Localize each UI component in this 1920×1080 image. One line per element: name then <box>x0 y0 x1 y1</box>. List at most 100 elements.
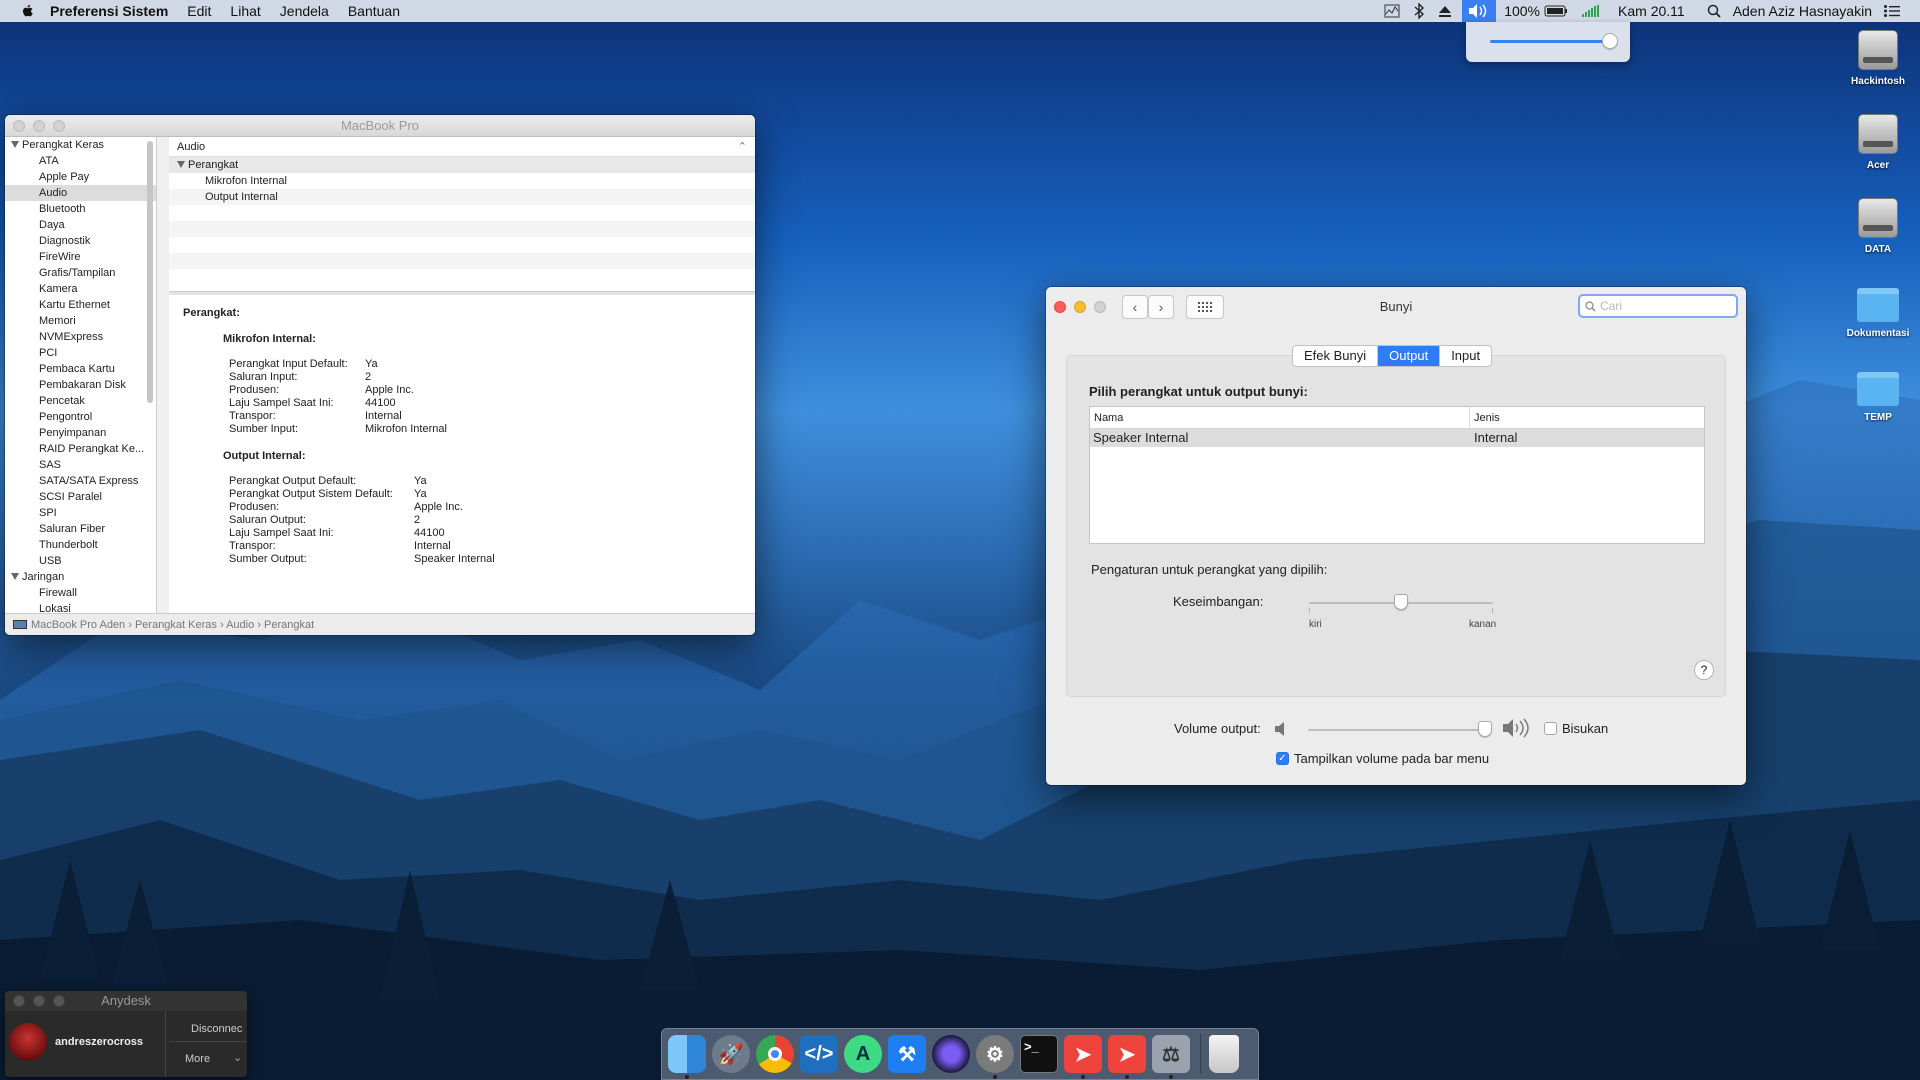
sidebar-group-network[interactable]: Jaringan <box>5 569 156 585</box>
sidebar-scrollbar[interactable] <box>147 141 153 403</box>
eject-icon[interactable] <box>1438 4 1452 18</box>
sidebar-item-firewire[interactable]: FireWire <box>5 249 156 265</box>
sidebar-item-apple-pay[interactable]: Apple Pay <box>5 169 156 185</box>
sidebar-item-firewall[interactable]: Firewall <box>5 585 156 601</box>
output-volume-knob[interactable] <box>1477 721 1492 737</box>
sidebar-item-lokasi[interactable]: Lokasi <box>5 601 156 613</box>
list-item[interactable]: Output Internal <box>169 189 755 205</box>
sidebar-item-ata[interactable]: ATA <box>5 153 156 169</box>
desktop-folder-temp[interactable]: TEMP <box>1833 372 1920 423</box>
anydesk-icon[interactable]: ➤ <box>1064 1035 1102 1079</box>
disconnect-button[interactable]: Disconnec <box>191 1023 242 1035</box>
menu-help[interactable]: Bantuan <box>348 3 400 19</box>
activity-monitor-icon[interactable] <box>1384 4 1400 18</box>
android-studio-icon[interactable]: A <box>844 1035 882 1073</box>
sidebar-item-kartu-ethernet[interactable]: Kartu Ethernet <box>5 297 156 313</box>
system-preferences-icon[interactable]: ⚙ <box>976 1035 1014 1079</box>
close-button[interactable] <box>13 995 25 1007</box>
sidebar-item-sas[interactable]: SAS <box>5 457 156 473</box>
clock[interactable]: Kam 20.11 <box>1618 3 1685 19</box>
sidebar-item-memori[interactable]: Memori <box>5 313 156 329</box>
search-input[interactable]: Cari <box>1578 294 1738 318</box>
sidebar-item-sata-sata-express[interactable]: SATA/SATA Express <box>5 473 156 489</box>
notification-center-icon[interactable] <box>1884 5 1900 17</box>
tab-input[interactable]: Input <box>1440 346 1491 366</box>
sidebar-item-audio[interactable]: Audio <box>5 185 156 201</box>
anydesk-icon[interactable]: ➤ <box>1108 1035 1146 1079</box>
desktop-disk-acer[interactable]: Acer <box>1833 114 1920 171</box>
menu-view[interactable]: Lihat <box>230 3 260 19</box>
minimize-button[interactable] <box>33 120 45 132</box>
window-titlebar[interactable]: MacBook Pro <box>5 115 755 137</box>
zoom-button[interactable] <box>53 995 65 1007</box>
column-header-type[interactable]: Jenis <box>1470 407 1500 428</box>
breadcrumb-item[interactable]: Perangkat Keras <box>135 619 217 631</box>
minimize-button[interactable] <box>33 995 45 1007</box>
menu-volume-knob[interactable] <box>1602 33 1618 49</box>
desktop-disk-data[interactable]: DATA <box>1833 198 1920 255</box>
close-button[interactable] <box>1054 301 1066 313</box>
battery-icon[interactable] <box>1544 5 1568 17</box>
device-list-header[interactable]: Audio ⌃ <box>169 137 755 157</box>
menu-window[interactable]: Jendela <box>280 3 329 19</box>
chevron-up-icon[interactable]: ⌃ <box>738 137 747 157</box>
sidebar-item-pengontrol[interactable]: Pengontrol <box>5 409 156 425</box>
sidebar-item-raid-perangkat-ke-[interactable]: RAID Perangkat Ke... <box>5 441 156 457</box>
sidebar-item-nvmexpress[interactable]: NVMExpress <box>5 329 156 345</box>
forward-button[interactable]: › <box>1148 295 1174 319</box>
balance-knob[interactable] <box>1394 594 1408 610</box>
sidebar-item-grafis-tampilan[interactable]: Grafis/Tampilan <box>5 265 156 281</box>
zoom-button[interactable] <box>1094 301 1106 313</box>
siri-icon[interactable] <box>932 1035 970 1073</box>
trash-icon[interactable] <box>1209 1035 1239 1073</box>
breadcrumb-item[interactable]: Perangkat <box>264 619 314 631</box>
window-titlebar[interactable]: ‹ › Bunyi Cari <box>1046 287 1746 327</box>
desktop-disk-hackintosh[interactable]: Hackintosh <box>1833 30 1920 87</box>
sidebar-item-usb[interactable]: USB <box>5 553 156 569</box>
desktop-folder-dokumentasi[interactable]: Dokumentasi <box>1833 288 1920 339</box>
sidebar-item-diagnostik[interactable]: Diagnostik <box>5 233 156 249</box>
minimize-button[interactable] <box>1074 301 1086 313</box>
sidebar-item-pencetak[interactable]: Pencetak <box>5 393 156 409</box>
sidebar-item-kamera[interactable]: Kamera <box>5 281 156 297</box>
tab-sound-effects[interactable]: Efek Bunyi <box>1293 346 1379 366</box>
apple-menu-icon[interactable] <box>20 3 36 19</box>
zoom-button[interactable] <box>53 120 65 132</box>
close-button[interactable] <box>13 120 25 132</box>
sidebar-item-daya[interactable]: Daya <box>5 217 156 233</box>
menu-edit[interactable]: Edit <box>187 3 211 19</box>
disclosure-triangle-icon[interactable] <box>177 161 185 168</box>
vscode-icon[interactable]: </> <box>800 1035 838 1073</box>
sidebar-item-pembaca-kartu[interactable]: Pembaca Kartu <box>5 361 156 377</box>
chevron-down-icon[interactable]: ⌄ <box>233 1051 242 1064</box>
menu-volume-slider[interactable] <box>1490 40 1610 43</box>
terminal-icon[interactable]: >_ <box>1020 1035 1058 1073</box>
list-item[interactable]: Mikrofon Internal <box>169 173 755 189</box>
sidebar-item-penyimpanan[interactable]: Penyimpanan <box>5 425 156 441</box>
cleaner-icon[interactable]: ⚖ <box>1152 1035 1190 1079</box>
list-group-perangkat[interactable]: Perangkat <box>169 157 755 173</box>
disclosure-triangle-icon[interactable] <box>11 573 19 580</box>
mute-checkbox[interactable] <box>1544 722 1557 735</box>
sidebar-item-pembakaran-disk[interactable]: Pembakaran Disk <box>5 377 156 393</box>
menu-app-name[interactable]: Preferensi Sistem <box>50 3 168 19</box>
signal-icon[interactable] <box>1582 5 1600 17</box>
sidebar-item-scsi-paralel[interactable]: SCSI Paralel <box>5 489 156 505</box>
sidebar-item-spi[interactable]: SPI <box>5 505 156 521</box>
window-titlebar[interactable]: Anydesk <box>5 991 247 1011</box>
spotlight-icon[interactable] <box>1707 4 1721 18</box>
show-volume-checkbox[interactable]: ✓ <box>1276 752 1289 765</box>
disclosure-triangle-icon[interactable] <box>11 141 19 148</box>
more-button[interactable]: More <box>185 1053 210 1065</box>
sidebar-item-saluran-fiber[interactable]: Saluran Fiber <box>5 521 156 537</box>
back-button[interactable]: ‹ <box>1122 295 1148 319</box>
sidebar-item-thunderbolt[interactable]: Thunderbolt <box>5 537 156 553</box>
xcode-icon[interactable]: ⚒ <box>888 1035 926 1073</box>
breadcrumb-item[interactable]: MacBook Pro Aden <box>31 619 125 631</box>
sidebar-item-pci[interactable]: PCI <box>5 345 156 361</box>
chrome-icon[interactable] <box>756 1035 794 1073</box>
user-name[interactable]: Aden Aziz Hasnayakin <box>1733 3 1872 19</box>
tab-output[interactable]: Output <box>1378 346 1441 366</box>
column-header-name[interactable]: Nama <box>1090 407 1470 428</box>
finder-icon[interactable] <box>668 1035 706 1079</box>
